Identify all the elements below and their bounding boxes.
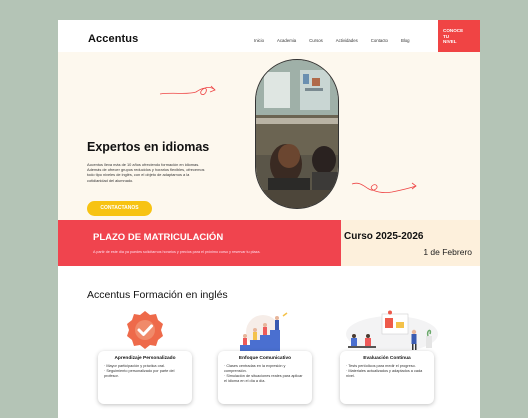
- hero-section: Expertos en idiomas Accentus lleva más d…: [58, 52, 480, 239]
- contact-button[interactable]: CONTACTANOS: [87, 201, 152, 216]
- card-title: Evaluación Continua: [363, 356, 411, 361]
- main-nav: Inicio Academia Cursos Actividades Conta…: [254, 38, 423, 43]
- squiggle-arrow-icon: [351, 182, 417, 193]
- feature-card-communicative: Enfoque Comunicativo · Clases centradas …: [218, 351, 312, 404]
- card-line: · Simulación de situaciones reales para …: [224, 373, 303, 383]
- level-test-button[interactable]: CONOCE TU NIVEL: [438, 20, 480, 52]
- feature-card-evaluation: Evaluación Continua · Tests periódicos p…: [340, 351, 434, 404]
- team-stairs-icon: [240, 312, 288, 351]
- card-line: · Seguimiento personalizado por parte de…: [104, 368, 175, 378]
- nav-academia[interactable]: Academia: [277, 38, 296, 43]
- logo[interactable]: Accentus: [88, 33, 138, 45]
- card-line: · Clases centradas en la expresión y com…: [224, 364, 286, 373]
- banner-title: PLAZO DE MATRICULACIÓN: [93, 232, 224, 243]
- banner-subtitle: A partir de este día ya puedes solicitar…: [93, 250, 261, 254]
- enrollment-banner: PLAZO DE MATRICULACIÓN A partir de este …: [58, 220, 480, 266]
- course-box: Curso 2025-2026 1 de Febrero: [341, 220, 480, 266]
- section-title: Accentus Formación en inglés: [87, 289, 228, 301]
- hero-title: Expertos en idiomas: [87, 140, 210, 154]
- course-date: 1 de Febrero: [423, 247, 472, 257]
- nav-actividades[interactable]: Actividades: [336, 38, 358, 43]
- card-line: · Materiales actualizados y adaptados a …: [346, 368, 423, 378]
- course-title: Curso 2025-2026: [344, 231, 424, 242]
- presentation-icon: [346, 310, 438, 352]
- nav-inicio[interactable]: Inicio: [254, 38, 264, 43]
- landing-page: Accentus Inicio Academia Cursos Activida…: [58, 20, 480, 418]
- classroom-photo: [255, 59, 339, 209]
- feature-card-personalized: Aprendizaje Personalizado · Mayor partic…: [98, 351, 192, 404]
- squiggle-arrow-icon: [159, 85, 216, 96]
- card-title: Enfoque Comunicativo: [238, 356, 292, 361]
- nav-cursos[interactable]: Cursos: [309, 38, 323, 43]
- card-title: Aprendizaje Personalizado: [114, 356, 176, 361]
- check-badge-icon: [127, 311, 163, 349]
- hero-description: Accentus lleva más de 10 años ofreciendo…: [87, 162, 205, 183]
- nav-blog[interactable]: Blog: [401, 38, 410, 43]
- nav-contacto[interactable]: Contacto: [371, 38, 388, 43]
